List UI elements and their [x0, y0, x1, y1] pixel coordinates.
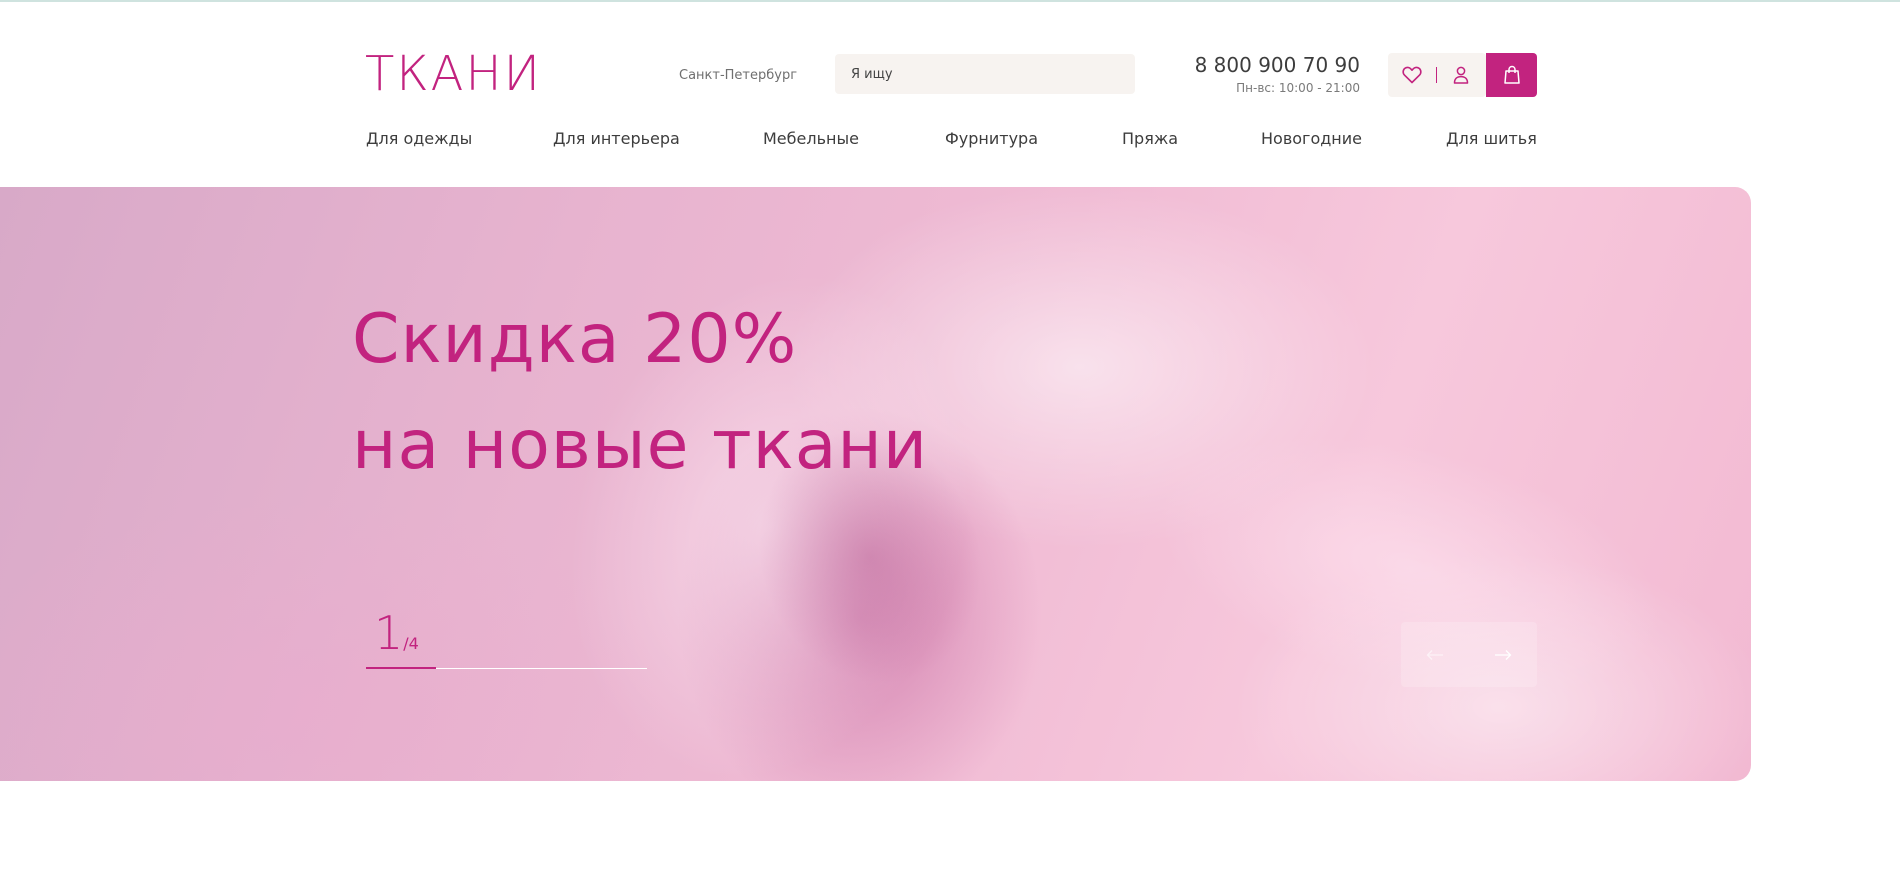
working-hours: Пн-вс: 10:00 - 21:00: [1236, 81, 1360, 95]
nav-item-furniture[interactable]: Мебельные: [763, 128, 859, 150]
nav-item-interior[interactable]: Для интерьера: [553, 128, 680, 150]
site-header: ТКАНИ Санкт-Петербург 8 800 900 70 90 Пн…: [0, 0, 1900, 186]
fabric-highlight: [1128, 387, 1692, 747]
slide-current: 1: [374, 606, 404, 660]
nav-item-yarn[interactable]: Пряжа: [1122, 128, 1178, 150]
slide-counter: 1/4: [374, 608, 419, 658]
hero-title-line-2: на новые ткани: [352, 406, 929, 485]
hero-title-line-1: Скидка 20%: [352, 300, 798, 379]
user-actions: [1388, 53, 1486, 97]
nav-item-new-year[interactable]: Новогодние: [1261, 128, 1362, 150]
slide-progress-fill: [366, 667, 437, 669]
nav-item-hardware[interactable]: Фурнитура: [945, 128, 1038, 150]
nav-item-sewing[interactable]: Для шитья: [1446, 128, 1537, 150]
arrow-left-icon: [1426, 649, 1443, 660]
contact-block: 8 800 900 70 90 Пн-вс: 10:00 - 21:00: [1180, 52, 1360, 96]
heart-icon: [1402, 66, 1422, 84]
cart-button[interactable]: [1486, 53, 1537, 97]
slider-controls: [1401, 622, 1537, 687]
favorites-button[interactable]: [1388, 53, 1436, 97]
slide-progress: [366, 667, 647, 669]
search-input[interactable]: [835, 54, 1135, 94]
arrow-right-icon: [1495, 649, 1512, 660]
account-button[interactable]: [1437, 53, 1485, 97]
shopping-bag-icon: [1503, 65, 1520, 84]
user-icon: [1453, 66, 1469, 84]
phone-number[interactable]: 8 800 900 70 90: [1180, 52, 1360, 78]
hero-banner: Скидка 20% на новые ткани 1/4: [0, 187, 1751, 781]
next-slide-button[interactable]: [1478, 633, 1528, 677]
nav-item-clothing[interactable]: Для одежды: [366, 128, 472, 150]
hero-title: Скидка 20% на новые ткани: [352, 287, 928, 499]
slide-total: /4: [403, 634, 419, 653]
site-logo[interactable]: ТКАНИ: [365, 46, 542, 102]
main-nav: Для одежды Для интерьера Мебельные Фурни…: [366, 128, 1537, 152]
city-selector[interactable]: Санкт-Петербург: [679, 67, 797, 85]
prev-slide-button[interactable]: [1410, 633, 1460, 677]
